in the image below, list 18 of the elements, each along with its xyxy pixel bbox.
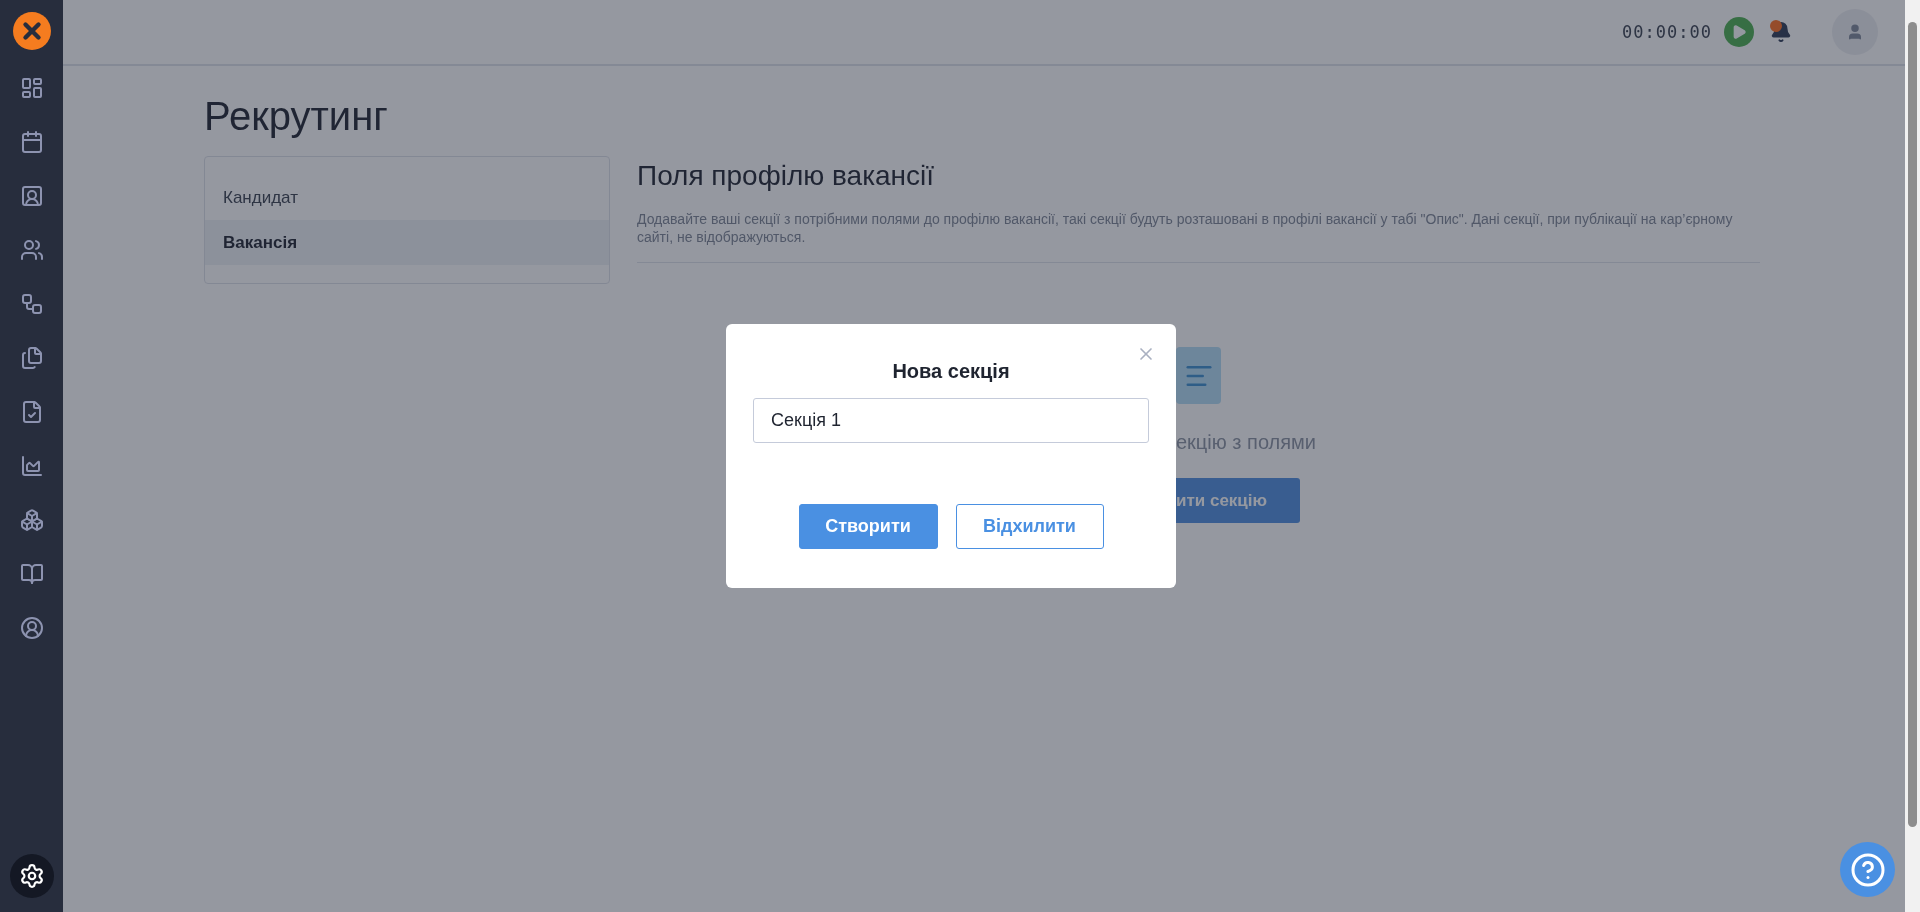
page-title: Рекрутинг (204, 94, 389, 139)
section-heading: Поля профілю вакансії (637, 160, 936, 192)
section-name-field[interactable]: Секція 1 (753, 398, 1149, 443)
create-button[interactable]: Створити (798, 504, 938, 549)
timer-text: 00:00:00 (1622, 22, 1712, 42)
side-tab[interactable]: Кандидат (205, 175, 609, 220)
scrollbar[interactable] (1905, 0, 1920, 912)
help-icon[interactable] (1840, 842, 1895, 897)
add-section-button[interactable]: ити секцію (1176, 478, 1300, 523)
side-tab[interactable]: Вакансія (205, 220, 609, 265)
document-icon (1176, 347, 1221, 404)
settings-icon[interactable] (9, 854, 54, 898)
dismiss-button[interactable]: Відхилити (955, 504, 1104, 549)
modal-title: Нова секція (892, 360, 1010, 383)
section-description: Додавайте ваші секції з потрібними полями до профілю вакансії, такі секції будуть розташовані в профілі вакансії у табі "Опис". Дані секції, при публікації на кар’єрному сайті, не відображуються. (637, 210, 1760, 263)
empty-state-text: екцію з полями (1176, 431, 1316, 454)
avatar-icon[interactable] (1832, 9, 1878, 55)
logo-icon[interactable] (12, 12, 51, 50)
